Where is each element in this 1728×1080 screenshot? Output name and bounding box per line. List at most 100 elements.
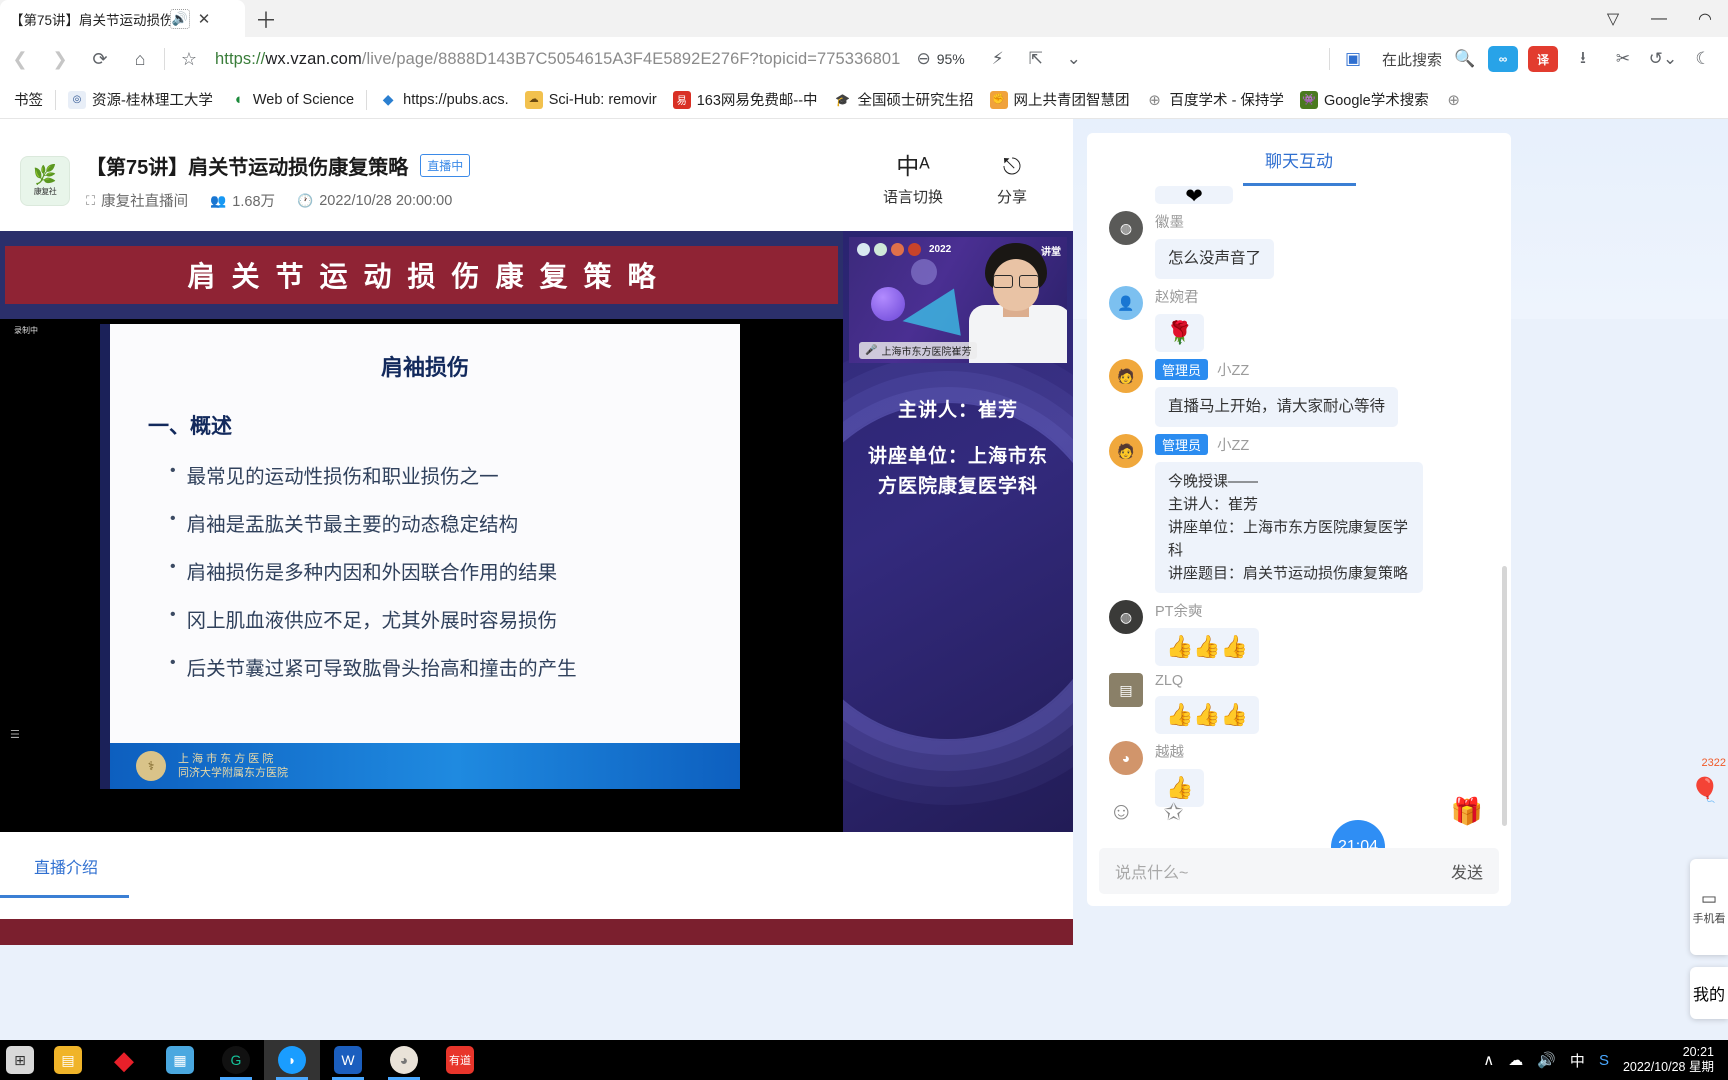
taskbar-grammarly[interactable]: G [208,1040,264,1080]
bookmark-item-1[interactable]: ◖ Web of Science [221,88,362,112]
share-button[interactable]: ⎋ 分享 [997,155,1027,207]
my-account-card[interactable]: 我的 [1690,967,1728,1019]
taskbar-apps: ⊞ ▤ ◆ ▦ G ◗ W ◕ 有道 [0,1040,488,1080]
zoom-out-icon[interactable]: ⊖ [916,49,930,69]
tray-volume-icon[interactable]: 🔊 [1537,1051,1556,1069]
browser-tab[interactable]: 【第75讲】肩关节运动损伤康复 🔊 ✕ [0,0,245,37]
taskbar-app-circle[interactable]: ◕ [376,1040,432,1080]
home-icon[interactable]: ⌂ [120,39,160,79]
search-icon[interactable]: 🔍 [1446,40,1484,78]
heart-balloon-icon[interactable]: 🎈 [1682,767,1728,813]
tab-title: 【第75讲】肩关节运动损伤康复 [10,12,170,28]
search-box[interactable]: 在此搜索 [1372,49,1446,70]
lightning-icon[interactable]: ⚡ [979,40,1017,78]
chat-message: ◍ PT余奭 👍👍👍 [1087,593,1511,666]
emoji-icon[interactable]: ☺ [1109,798,1134,827]
reload-icon[interactable]: ⟳ [80,39,120,79]
chat-input[interactable]: 说点什么~ [1115,859,1188,883]
split-screen-icon[interactable]: ▣ [1334,40,1372,78]
tab-strip: 【第75讲】肩关节运动损伤康复 🔊 ✕ ＋ ▽ — ◠ [0,0,1728,37]
tray-cloud-icon[interactable]: ☁ [1508,1051,1523,1069]
download-icon[interactable]: ⭳ [1564,40,1602,78]
chat-message: ◍ 徽墨 怎么没声音了 [1087,204,1511,279]
avatar[interactable]: 🧑 [1109,434,1143,468]
message-header: PT余奭 [1155,600,1259,621]
taskbar-clock[interactable]: 20:21 2022/10/28 星期 [1623,1045,1714,1075]
collections-button[interactable]: ▽ [1590,0,1636,37]
avatar[interactable]: ◍ [1109,600,1143,634]
bookmark-item-8[interactable]: 👾 Google学术搜索 [1292,86,1437,113]
speaker-icon[interactable]: 🔊 [170,8,190,29]
address-bar[interactable]: https://wx.vzan.com/live/page/8888D143B7… [215,42,1325,76]
send-button[interactable]: 发送 [1451,859,1483,883]
tab-live-intro[interactable]: 直播介绍 [34,854,98,878]
bullet-text: 冈上肌血液供应不足，尤其外展时容易损伤 [186,610,558,632]
bookmark-item-0[interactable]: ◎ 资源-桂林理工大学 [60,86,221,113]
avatar[interactable]: 🧑 [1109,359,1143,393]
message-header: ZLQ [1155,673,1259,689]
history-back-icon[interactable]: ↺⌄ [1644,40,1682,78]
message-author: 徽墨 [1155,215,1184,231]
bookmark-item-9[interactable]: ⊕ [1437,88,1471,112]
chevron-down-icon[interactable]: ⌄ [1055,40,1093,78]
taskbar-word[interactable]: W [320,1040,376,1080]
chat-message: 🧑 管理员 小ZZ 今晚授课—— 主讲人：崔芳 讲座单位：上海市东方医院康复医学… [1087,427,1511,593]
tray-ime-icon[interactable]: 中 [1570,1050,1585,1071]
bookmarks-label[interactable]: 书签 [6,86,51,113]
taskbar-diamond-app[interactable]: ◆ [96,1040,152,1080]
tray-chevron-up-icon[interactable]: ∧ [1483,1051,1494,1069]
list-icon[interactable]: ☰ [10,728,20,741]
forward-arrow-icon[interactable]: ❯ [40,39,80,79]
message-author: 越越 [1155,745,1184,761]
bookmark-item-7[interactable]: ⊕ 百度学术 - 保持学 [1138,86,1292,113]
tab-chat[interactable]: 聊天互动 [1265,147,1333,172]
bullet-dot: • [170,510,176,527]
chat-message-list[interactable]: ❤ ◍ 徽墨 怎么没声音了 👤 赵婉君 🌹 🧑 管理员 小ZZ 直播马上开始，请… [1087,186,1511,841]
message-header: 管理员 小ZZ [1155,359,1398,380]
message-body: PT余奭 👍👍👍 [1155,600,1260,666]
moon-icon[interactable]: ☾ [1684,40,1722,78]
live-main-column: 🌿 康复社 【第75讲】肩关节运动损伤康复策略 直播中 ⛶ 康复社直播间 👥 1… [0,119,1073,919]
chat-input-row[interactable]: 说点什么~ 发送 [1099,848,1499,894]
taskbar-explorer[interactable]: ▤ [40,1040,96,1080]
slide-footer-line2: 同济大学附属东方医院 [178,767,288,779]
message-bubble: 怎么没声音了 [1155,239,1275,279]
bookmark-item-4[interactable]: 易 163网易免费邮--中 [665,86,826,113]
bookmark-item-3[interactable]: ☁ Sci-Hub: removir [517,88,665,112]
tray-sogou-icon[interactable]: S [1599,1052,1609,1069]
avatar[interactable]: 👤 [1109,286,1143,320]
share-icon[interactable]: ⇱ [1017,40,1055,78]
back-arrow-icon[interactable]: ❮ [0,39,40,79]
translate-icon[interactable]: 译 [1524,40,1562,78]
avatar[interactable]: ◕ [1109,741,1143,775]
star-sticker-icon[interactable]: ✩ [1164,798,1184,827]
taskbar-youdao[interactable]: 有道 [432,1040,488,1080]
maximize-button[interactable]: ◠ [1682,0,1728,37]
zoom-control[interactable]: ⊖ 95% [916,49,964,69]
bookmark-item-6[interactable]: ✊ 网上共青团智慧团 [982,86,1138,113]
taskbar-calculator[interactable]: ▦ [152,1040,208,1080]
bullet-dot: • [170,558,176,575]
sponsor-logo-4 [908,243,921,256]
bookmark-label: 资源-桂林理工大学 [92,93,213,109]
star-icon[interactable]: ☆ [169,39,209,79]
bookmark-item-5[interactable]: 🎓 全国硕士研究生招 [826,86,982,113]
minimize-button[interactable]: — [1636,0,1682,37]
avatar[interactable]: ▤ [1109,673,1143,707]
live-header-actions: 中ᴬ 语言切换 ⎋ 分享 [883,155,1027,207]
clock-time: 20:21 [1682,1045,1714,1059]
taskbar-start[interactable]: ⊞ [0,1040,40,1080]
video-player[interactable]: 肩关节运动损伤康复策略 录制中 肩袖损伤 一、概述 • 最常见的运动性损伤和职业损… [0,231,1073,832]
bookmark-favicon: 易 [672,90,691,109]
close-icon[interactable]: ✕ [193,8,215,30]
avatar[interactable]: ◍ [1109,211,1143,245]
cut-icon[interactable]: ✂ [1604,40,1642,78]
chat-scrollbar[interactable] [1502,566,1507,826]
mobile-view-card[interactable]: ▭ 手机看 [1690,859,1728,955]
extension-360-icon[interactable]: ∞ [1484,40,1522,78]
gift-icon[interactable]: 🎁 [1451,796,1483,827]
language-switch-button[interactable]: 中ᴬ 语言切换 [883,155,943,207]
new-tab-button[interactable]: ＋ [249,4,283,34]
taskbar-qq-browser[interactable]: ◗ [264,1040,320,1080]
bookmark-item-2[interactable]: ◆ https://pubs.acs. [371,88,517,112]
